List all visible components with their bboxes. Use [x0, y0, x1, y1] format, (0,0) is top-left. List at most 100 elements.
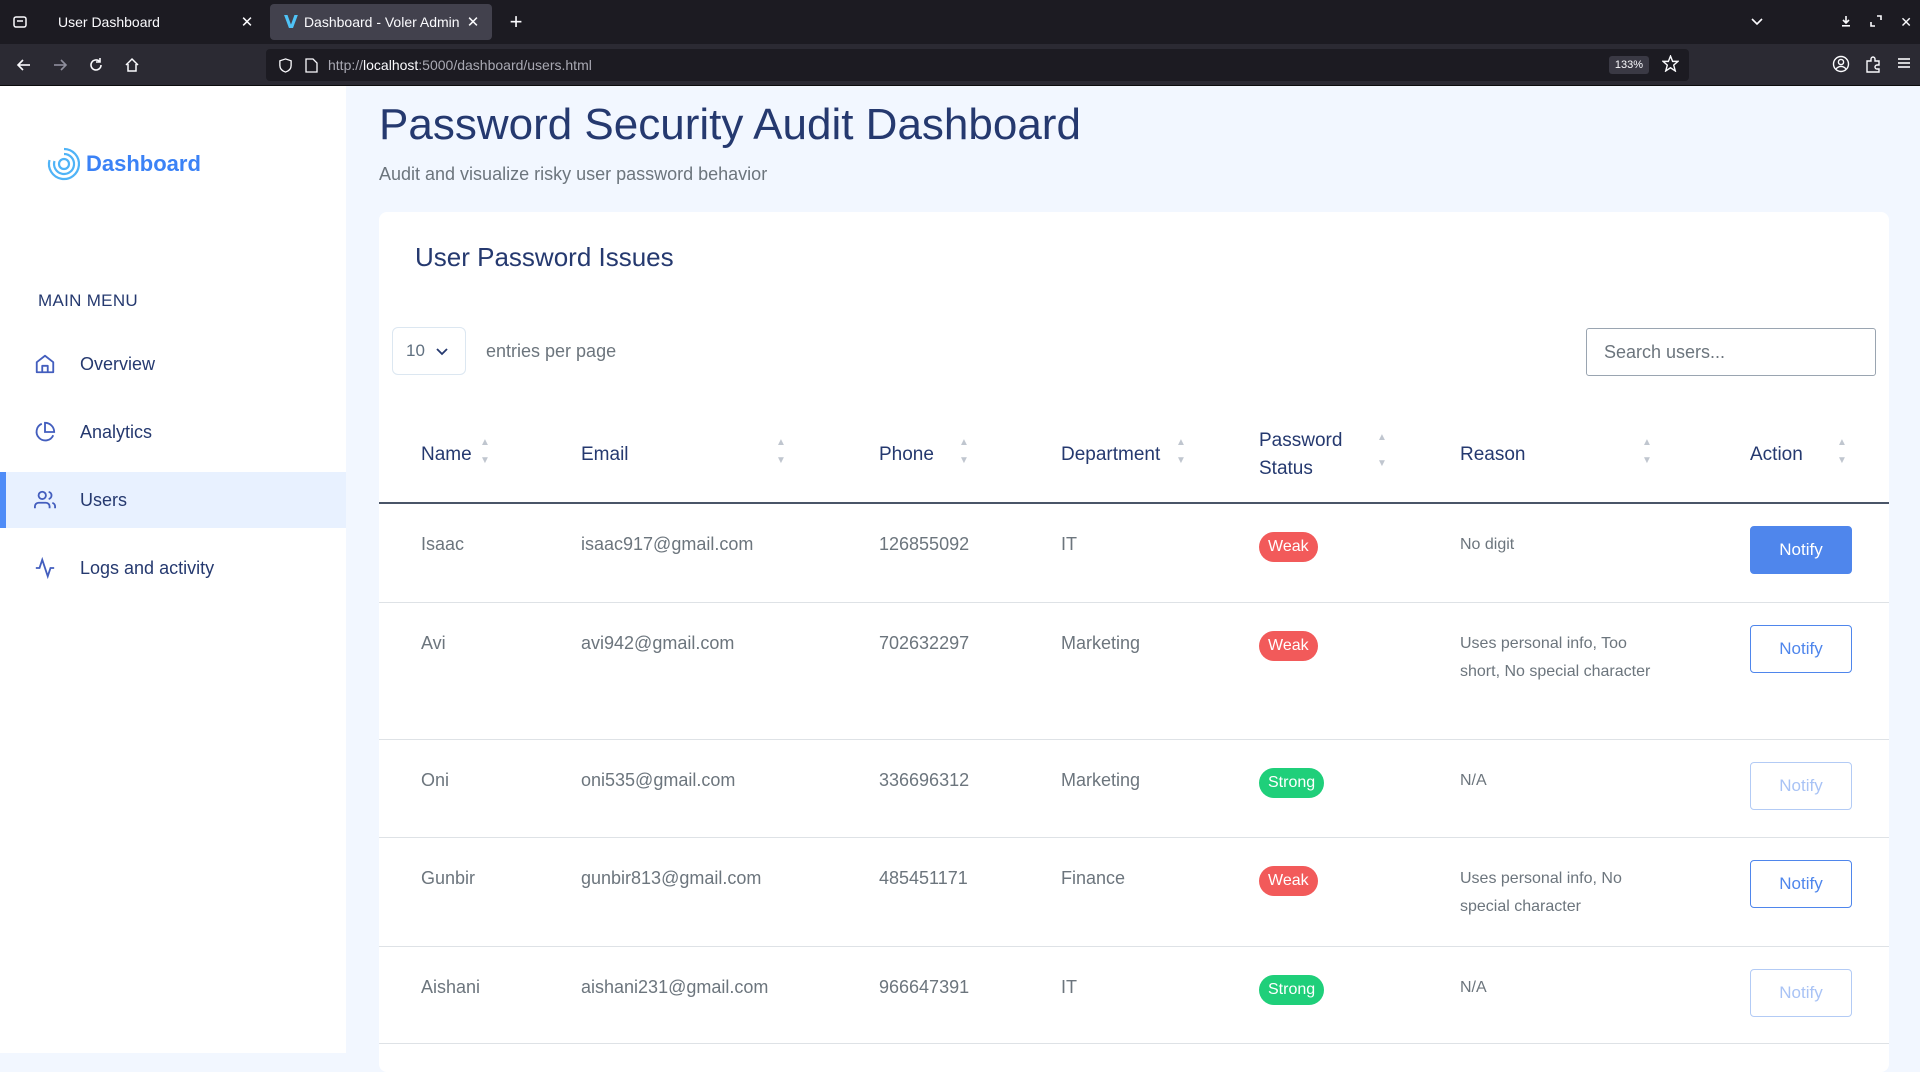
url-host: localhost [363, 57, 419, 73]
cell-action: Notify [1708, 503, 1889, 603]
sort-icon: ▲ ▼ [1377, 432, 1387, 469]
cell-department: Marketing [1019, 602, 1217, 740]
entries-label: entries per page [486, 340, 617, 361]
cell-email: avi942@gmail.com [539, 602, 837, 740]
sidebar-item-label: Analytics [80, 421, 153, 442]
cell-name: Gunbir [379, 837, 539, 947]
users-table: Name ▲ ▼ Email ▲ ▼ Phone ▲ ▼ Department ▲ ▼ Pass… [379, 407, 1889, 1044]
sort-icon: ▲ ▼ [480, 437, 490, 466]
extensions-icon[interactable] [1864, 55, 1882, 78]
column-header-reason[interactable]: Reason ▲ ▼ [1418, 407, 1708, 504]
users-card: User Password Issues 10 entries per page… [379, 212, 1889, 1072]
tab-title: Dashboard - Voler Admin D [303, 14, 464, 30]
notify-button[interactable]: Notify [1750, 761, 1852, 810]
tab-title: User Dashboard [58, 14, 160, 30]
cell-status: Strong [1217, 946, 1418, 1044]
page-icon [305, 57, 318, 73]
cell-status: Weak [1217, 837, 1418, 947]
card-title: User Password Issues [415, 242, 674, 272]
column-header-action[interactable]: Action ▲ ▼ [1708, 407, 1889, 504]
notify-button[interactable]: Notify [1750, 526, 1852, 574]
shield-icon[interactable] [278, 57, 293, 73]
back-icon[interactable] [6, 47, 42, 83]
column-header-password-status[interactable]: Password Status ▲ ▼ [1217, 407, 1418, 504]
logo[interactable]: Dashboard [46, 146, 201, 182]
entries-control: 10 entries per page [392, 327, 616, 375]
notify-button[interactable]: Notify [1750, 624, 1852, 673]
close-tab-icon[interactable]: ✕ [238, 13, 256, 31]
cell-department: Finance [1019, 837, 1217, 947]
column-header-department[interactable]: Department ▲ ▼ [1019, 407, 1217, 504]
notify-button[interactable]: Notify [1750, 859, 1852, 908]
new-tab-icon[interactable]: + [498, 4, 534, 40]
entries-per-page-select[interactable]: 10 [392, 327, 466, 375]
cell-phone: 702632297 [837, 602, 1019, 740]
cell-action: Notify [1708, 946, 1889, 1044]
cell-action: Notify [1708, 602, 1889, 740]
activity-icon [34, 557, 56, 579]
pie-chart-icon [34, 421, 56, 443]
sort-icon: ▲ ▼ [1837, 437, 1847, 466]
column-header-name[interactable]: Name ▲ ▼ [379, 407, 539, 504]
url-path: :5000/dashboard/users.html [418, 57, 592, 73]
tab-list-icon[interactable] [0, 0, 40, 44]
notify-button[interactable]: Notify [1750, 968, 1852, 1017]
sort-icon: ▲ ▼ [1176, 437, 1186, 466]
column-header-email[interactable]: Email ▲ ▼ [539, 407, 837, 504]
voler-favicon-icon: V [284, 11, 298, 33]
sort-icon: ▲ ▼ [776, 437, 786, 466]
zoom-level[interactable]: 133% [1608, 56, 1649, 74]
cell-reason: No digit [1418, 503, 1708, 603]
sidebar-item-logs[interactable]: Logs and activity [0, 540, 346, 596]
cell-name: Oni [379, 739, 539, 838]
home-icon[interactable] [114, 47, 150, 83]
column-header-phone[interactable]: Phone ▲ ▼ [837, 407, 1019, 504]
menu-title: MAIN MENU [38, 291, 138, 310]
cell-department: IT [1019, 946, 1217, 1044]
browser-tab[interactable]: User Dashboard ✕ [44, 4, 266, 40]
chevron-down-icon [435, 344, 449, 358]
cell-phone: 336696312 [837, 739, 1019, 838]
url-bar[interactable]: http://localhost:5000/dashboard/users.ht… [266, 49, 1689, 81]
page-subtitle: Audit and visualize risky user password … [379, 164, 768, 184]
account-icon[interactable] [1832, 55, 1850, 78]
sidebar-item-analytics[interactable]: Analytics [0, 404, 346, 460]
cell-reason: N/A [1418, 946, 1708, 1044]
cell-status: Weak [1217, 503, 1418, 603]
close-window-icon[interactable]: ✕ [1900, 14, 1912, 31]
cell-action: Notify [1708, 837, 1889, 947]
cell-email: isaac917@gmail.com [539, 503, 837, 603]
bookmark-star-icon[interactable] [1661, 54, 1680, 75]
table-header-row: Name ▲ ▼ Email ▲ ▼ Phone ▲ ▼ Department ▲ ▼ Pass… [379, 407, 1889, 504]
minimize-icon[interactable] [1840, 14, 1852, 30]
home-icon [34, 353, 56, 375]
sidebar-item-label: Logs and activity [80, 557, 215, 578]
cell-status: Strong [1217, 739, 1418, 838]
cell-reason: N/A [1418, 739, 1708, 838]
table-row: Gunbir gunbir813@gmail.com 485451171 Fin… [379, 837, 1889, 947]
cell-reason: Uses personal info, Too short, No specia… [1418, 602, 1708, 740]
close-tab-icon[interactable]: ✕ [464, 13, 482, 31]
toolbar-right [1832, 55, 1912, 78]
sidebar-item-overview[interactable]: Overview [0, 336, 346, 392]
cell-email: gunbir813@gmail.com [539, 837, 837, 947]
reload-icon[interactable] [78, 47, 114, 83]
entries-value: 10 [406, 341, 425, 360]
users-icon [34, 489, 56, 511]
cell-phone: 485451171 [837, 837, 1019, 947]
cell-phone: 126855092 [837, 503, 1019, 603]
browser-nav-bar: http://localhost:5000/dashboard/users.ht… [0, 44, 1920, 86]
table-row: Isaac isaac917@gmail.com 126855092 IT We… [379, 503, 1889, 603]
cell-department: Marketing [1019, 739, 1217, 838]
sidebar-item-users[interactable]: Users [0, 472, 346, 528]
window-controls: ✕ [1750, 0, 1912, 44]
browser-tab-active[interactable]: V Dashboard - Voler Admin D ✕ [270, 4, 492, 40]
tab-overflow-chevron-icon[interactable] [1750, 14, 1764, 31]
logo-text: Dashboard [86, 151, 201, 176]
restore-icon[interactable] [1870, 14, 1883, 30]
cell-department: IT [1019, 503, 1217, 603]
search-input[interactable] [1586, 328, 1876, 376]
status-badge: Weak [1259, 630, 1318, 661]
forward-icon[interactable] [42, 47, 78, 83]
menu-hamburger-icon[interactable] [1896, 55, 1912, 78]
